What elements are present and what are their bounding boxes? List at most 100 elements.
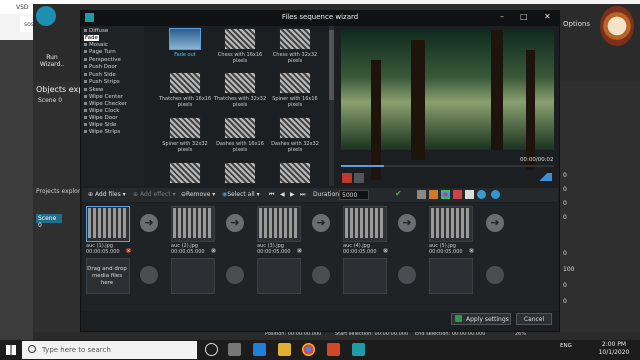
remove-button[interactable]: ⊖Remove ▾ [181,191,215,198]
effect-icon[interactable] [453,190,462,199]
play-button[interactable] [342,173,352,183]
chrome-icon[interactable] [302,343,315,356]
sequence-duration: 00:00:05.000 [257,249,291,255]
transition-thumb-selected[interactable] [169,28,201,50]
scene-tree-item[interactable]: Scene 0 [38,97,62,104]
transition-thumb[interactable] [279,117,311,139]
effect-item[interactable]: Perspective [84,57,121,63]
sequence-thumbnail [88,208,128,238]
cortana-icon[interactable] [205,343,218,356]
crop-icon[interactable] [417,190,426,199]
edge-icon[interactable] [253,343,266,356]
effect-icon [84,80,87,83]
transition-thumb[interactable] [224,117,256,139]
transition-label: Spiner with 16x16 pixels [272,96,318,108]
effect-item[interactable]: Diffuse [84,28,108,34]
maximize-icon[interactable]: □ [520,12,528,21]
transition-arrow-icon[interactable]: ➜ [312,214,330,232]
sequence-thumbnail [173,208,213,238]
transition-label: Dashes with 16x16 pixels [216,141,264,153]
transition-label: Thatches with 32x32 pixels [213,96,267,108]
move-right-button[interactable]: ▶ [290,191,295,198]
windows-start-icon[interactable] [6,345,16,355]
transition-arrow-icon[interactable]: ➜ [226,214,244,232]
task-view-icon[interactable] [228,343,241,356]
cancel-button[interactable]: Cancel [516,313,552,325]
rotate-icon[interactable] [429,190,438,199]
effect-item[interactable]: Skew [84,87,103,93]
effect-item[interactable]: Push Side [84,72,116,78]
move-last-button[interactable]: ⏭ [300,191,305,199]
empty-transition-slot [312,266,330,284]
app-logo-icon[interactable] [36,6,56,26]
taskbar-search-input[interactable]: Type here to search [22,341,197,359]
run-wizard-button[interactable]: Run Wizard.. [38,54,66,68]
effect-item[interactable]: Push Door [84,64,117,70]
effect-item[interactable]: Wipe Center [84,94,123,100]
taskbar-clock[interactable]: 2:00 PM 10/1/2020 [594,341,634,357]
transition-thumb[interactable] [169,72,201,94]
transition-thumb[interactable] [224,162,256,184]
vsdc-icon[interactable] [352,343,365,356]
transition-arrow-icon[interactable]: ➜ [398,214,416,232]
transition-thumb[interactable] [224,72,256,94]
transition-arrow-icon[interactable]: ➜ [486,214,504,232]
preview-seekbar-fill [341,165,384,167]
add-effect-button[interactable]: ⊕ Add effect ▾ [133,191,176,198]
tree-trunk [371,60,381,180]
sequence-duration: 00:00:05.000 [343,249,377,255]
transition-thumb[interactable] [279,28,311,50]
color-icon[interactable] [441,190,450,199]
effect-item[interactable]: Wipe Clock [84,108,119,114]
effect-icon [84,50,87,53]
apply-check-icon[interactable]: ✔ [395,189,402,198]
remove-item-icon[interactable]: × [297,248,302,253]
transition-thumb[interactable] [279,72,311,94]
dialog-title: Files sequence wizard [281,13,359,21]
transition-arrow-icon[interactable]: ➜ [140,214,158,232]
property-value: 0 [563,172,567,179]
transition-thumb[interactable] [279,162,311,184]
transition-thumb[interactable] [169,162,201,184]
effect-item[interactable]: Page Turn [84,49,116,55]
stretch-icon[interactable] [477,190,486,199]
effect-item[interactable]: Wipe Strips [84,129,120,135]
effect-item-selected[interactable]: Fade [84,35,99,41]
remove-item-icon[interactable]: × [211,248,216,253]
effect-item[interactable]: Push Strips [84,79,120,85]
close-icon[interactable]: ✕ [544,12,551,21]
copy-icon[interactable] [465,190,474,199]
projects-explorer-title: Projects explore [36,188,84,195]
checkmark-icon [455,315,462,322]
effect-icon [84,102,87,105]
remove-item-icon[interactable]: × [469,248,474,253]
remove-item-icon[interactable]: × [126,248,131,253]
add-files-button[interactable]: ⊕ Add files ▾ [88,191,126,198]
property-value: 0 [563,214,567,221]
remove-item-icon[interactable]: × [383,248,388,253]
move-left-button[interactable]: ◀ [280,191,285,198]
duration-input[interactable]: 5000 [339,190,369,200]
transition-label: Spiner with 32x32 pixels [162,141,208,153]
scene-tab[interactable]: Scene 0 [36,214,62,229]
effect-item[interactable]: Mosaic [84,42,108,48]
effect-icon [84,95,87,98]
minimize-icon[interactable]: – [500,12,504,21]
clock-date: 10/1/2020 [598,349,630,356]
transition-thumb[interactable] [169,117,201,139]
move-first-button[interactable]: ⏮ [269,191,274,199]
file-explorer-icon[interactable] [278,343,291,356]
settings-icon[interactable] [491,190,500,199]
powerpoint-icon[interactable] [327,343,340,356]
select-all-button[interactable]: ◉Select all ▾ [222,191,260,198]
language-indicator[interactable]: ENG [560,343,572,349]
volume-icon[interactable] [534,173,552,181]
scrollbar-thumb[interactable] [329,30,334,100]
effect-item[interactable]: Wipe Checker [84,101,127,107]
transition-thumb[interactable] [224,28,256,50]
options-button[interactable]: Options [563,20,590,28]
stop-button[interactable] [354,173,364,183]
sequence-duration: 00:00:05.000 [429,249,463,255]
effect-item[interactable]: Wipe Door [84,115,118,121]
effect-item[interactable]: Wipe Side [84,122,116,128]
